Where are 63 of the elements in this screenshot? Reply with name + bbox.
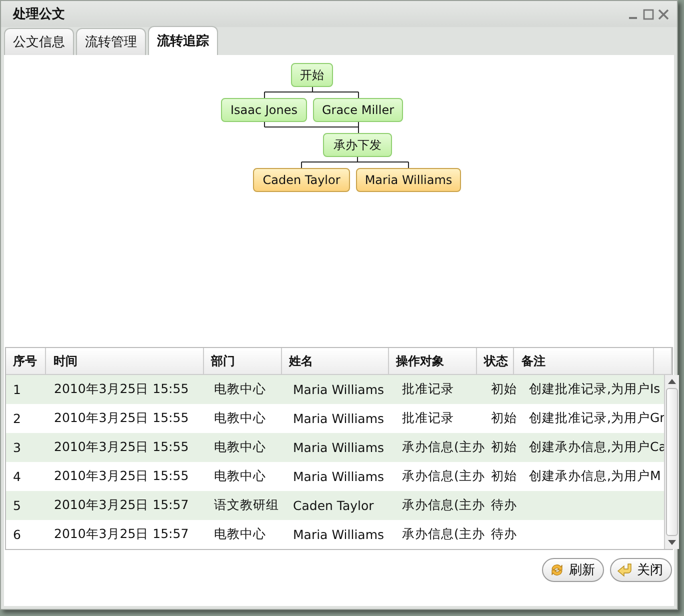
table-cell-text: 2010年3月25日 15:55 xyxy=(53,438,190,456)
table-cell-text: Maria Williams xyxy=(292,410,386,428)
table-cell-text: 创建批准记录,为用户Is xyxy=(528,380,662,398)
table-cell-text: 待办 xyxy=(490,525,518,543)
maximize-icon[interactable] xyxy=(643,8,654,20)
table-cell-text: 电教中心 xyxy=(213,380,267,398)
table-cell-text: 1 xyxy=(12,381,22,399)
table-cell-text: 创建批准记录,为用户Gr xyxy=(528,409,664,427)
column-header[interactable]: 部门 xyxy=(204,348,282,374)
table-cell-text: Caden Taylor xyxy=(292,497,375,515)
table-cell-text: 4 xyxy=(12,468,22,486)
close-icon[interactable] xyxy=(658,8,669,20)
column-header[interactable]: 姓名 xyxy=(282,348,390,374)
return-arrow-icon xyxy=(617,562,633,578)
flow-node: Caden Taylor xyxy=(253,168,350,192)
table-cell-text: 待办 xyxy=(490,496,518,514)
table-cell-text: 2010年3月25日 15:57 xyxy=(53,525,190,543)
column-header[interactable]: 备注 xyxy=(514,348,654,374)
table-cell-text: 5 xyxy=(12,497,22,515)
table-cell-text: 2010年3月25日 15:57 xyxy=(53,496,190,514)
flow-node: Grace Miller xyxy=(313,98,403,122)
table-cell-text: Maria Williams xyxy=(292,381,386,399)
table-cell-text: 6 xyxy=(12,526,22,544)
table-cell-text: 初始 xyxy=(490,409,518,427)
refresh-icon xyxy=(549,562,565,578)
table-cell-text: 初始 xyxy=(490,438,518,456)
tab[interactable]: 流转管理 xyxy=(76,28,146,55)
table-cell-text: 2010年3月25日 15:55 xyxy=(53,380,190,398)
flow-node: Isaac Jones xyxy=(221,98,307,122)
table-cell-text: 批准记录 xyxy=(401,409,455,427)
tab[interactable]: 流转追踪 xyxy=(148,26,218,55)
table-cell-text: 2 xyxy=(12,410,22,428)
table-cell-text: Maria Williams xyxy=(292,439,386,457)
table-cell-text: 承办信息(主办 xyxy=(401,467,484,485)
column-header[interactable]: 操作对象 xyxy=(389,348,477,374)
column-header[interactable]: 状态 xyxy=(476,348,514,374)
table-cell-text: 创建承办信息,为用户M xyxy=(528,467,662,485)
table-cell-text: 电教中心 xyxy=(213,438,267,456)
table-cell-text: 批准记录 xyxy=(401,380,455,398)
table-cell-text: 电教中心 xyxy=(213,409,267,427)
column-header[interactable]: 序号 xyxy=(6,348,46,374)
table-cell-text: Maria Williams xyxy=(292,526,386,544)
table-cell-text: 电教中心 xyxy=(213,525,267,543)
flow-node: Maria Williams xyxy=(356,168,461,192)
table-cell-text: 承办信息(主办 xyxy=(401,496,484,514)
table-cell-text: Maria Williams xyxy=(292,468,386,486)
table-cell-text: 电教中心 xyxy=(213,467,267,485)
flow-node: 开始 xyxy=(291,63,333,87)
table-cell-text: 承办信息(主办 xyxy=(401,525,484,543)
close-button[interactable]: 关闭 xyxy=(610,558,672,582)
scrollbar[interactable] xyxy=(664,375,679,549)
table-cell-text: 初始 xyxy=(490,467,518,485)
table-cell-text: 初始 xyxy=(490,380,518,398)
table-cell-text: 语文教研组 xyxy=(213,496,280,514)
table-cell-text: 承办信息(主办 xyxy=(401,438,484,456)
window-title: 处理公文 xyxy=(13,6,65,23)
column-header[interactable]: 时间 xyxy=(46,348,204,374)
refresh-button[interactable]: 刷新 xyxy=(542,558,604,582)
table-cell-text: 3 xyxy=(12,439,22,457)
table-cell-text: 2010年3月25日 15:55 xyxy=(53,467,190,485)
table-cell-text: 2010年3月25日 15:55 xyxy=(53,409,190,427)
flow-node: 承办下发 xyxy=(323,133,392,157)
tab[interactable]: 公文信息 xyxy=(4,28,74,55)
